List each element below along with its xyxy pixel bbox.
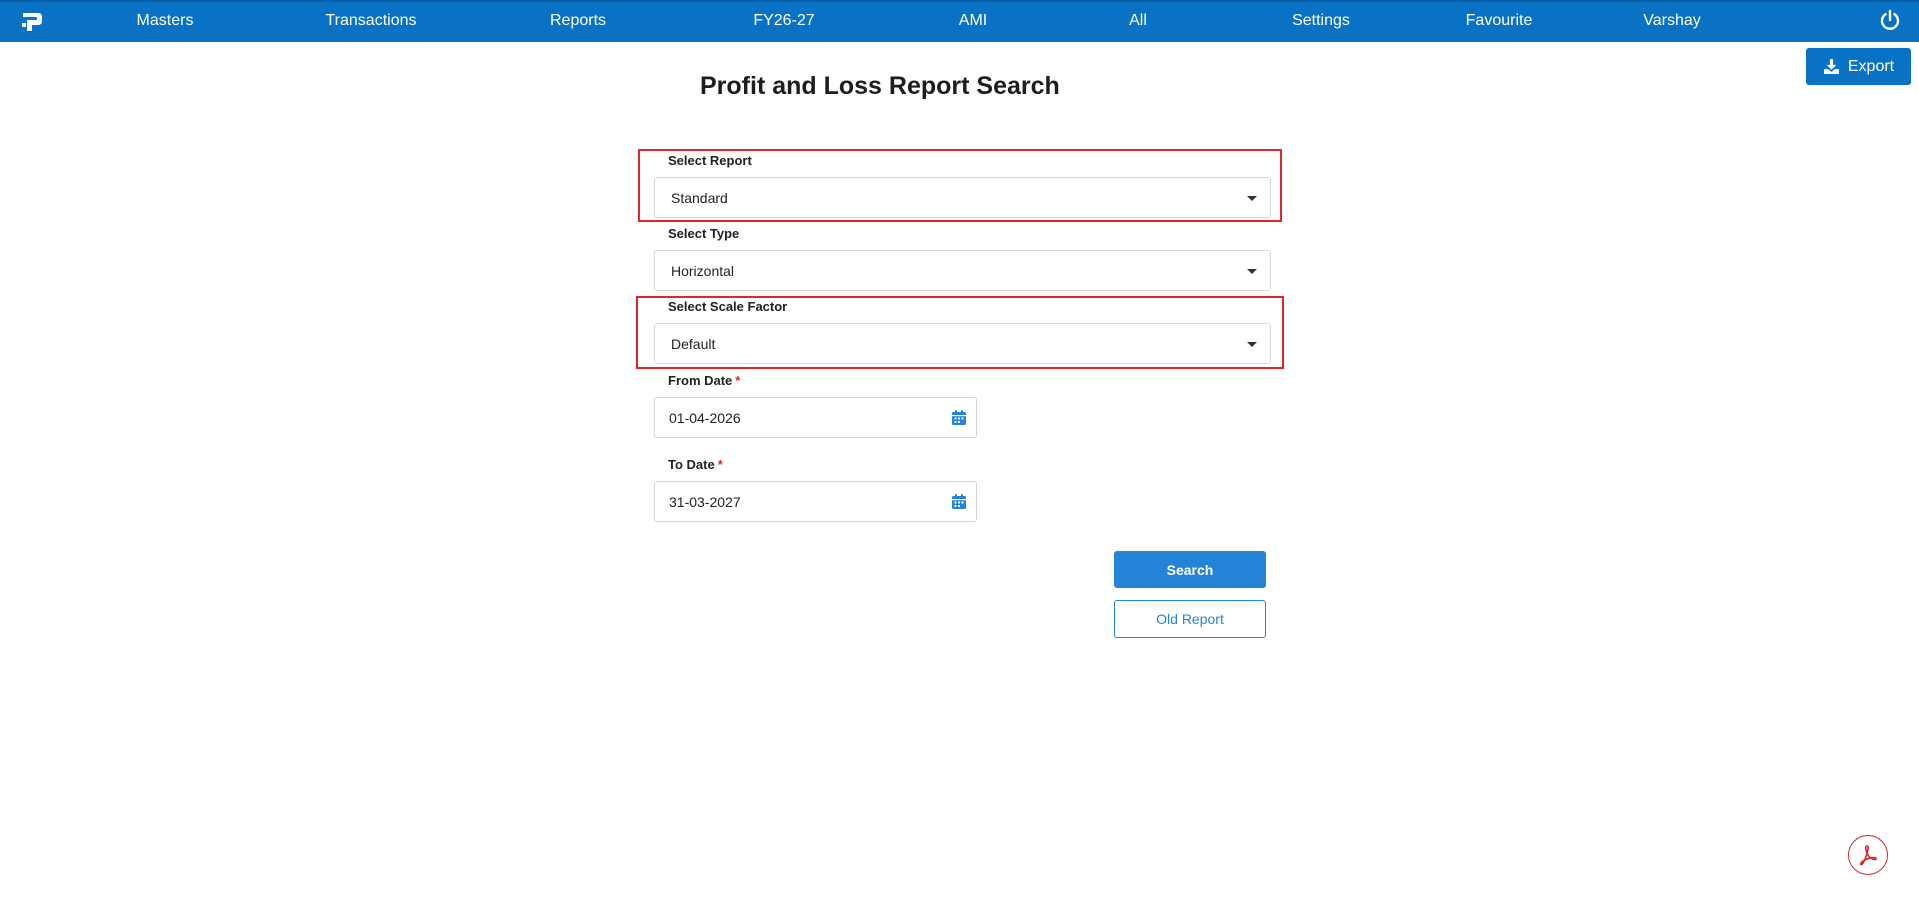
- from-date-value: 01-04-2026: [669, 410, 741, 426]
- pdf-icon: [1859, 845, 1877, 866]
- app-logo-icon[interactable]: [20, 10, 44, 34]
- select-report-label: Select Report: [668, 153, 752, 168]
- select-scale-factor-dropdown[interactable]: Default: [654, 323, 1271, 364]
- to-date-label-text: To Date: [668, 457, 715, 472]
- to-date-label: To Date *: [668, 457, 723, 472]
- from-date-label-text: From Date: [668, 373, 733, 388]
- select-scale-factor-label: Select Scale Factor: [668, 299, 788, 314]
- nav-ami[interactable]: AMI: [959, 12, 987, 30]
- calendar-icon[interactable]: [950, 493, 968, 511]
- required-marker: *: [717, 457, 723, 472]
- select-report-dropdown[interactable]: Standard: [654, 177, 1271, 218]
- nav-reports[interactable]: Reports: [550, 12, 606, 30]
- nav-favourite[interactable]: Favourite: [1466, 12, 1533, 30]
- export-label: Export: [1847, 57, 1895, 75]
- export-button[interactable]: Export: [1806, 48, 1911, 85]
- caret-down-icon: [1247, 196, 1257, 201]
- power-icon[interactable]: [1878, 8, 1902, 32]
- select-report-value: Standard: [671, 190, 728, 206]
- from-date-label: From Date *: [668, 373, 740, 388]
- nav-transactions[interactable]: Transactions: [326, 12, 417, 30]
- nav-settings[interactable]: Settings: [1292, 12, 1350, 30]
- required-marker: *: [735, 373, 741, 388]
- nav-user-varshay[interactable]: Varshay: [1643, 12, 1701, 30]
- select-type-value: Horizontal: [671, 263, 735, 279]
- select-type-label: Select Type: [668, 226, 740, 241]
- select-scale-factor-value: Default: [671, 336, 716, 352]
- old-report-button[interactable]: Old Report: [1114, 600, 1266, 638]
- pdf-button[interactable]: [1848, 835, 1888, 875]
- nav-financial-year[interactable]: FY26-27: [753, 12, 814, 30]
- to-date-value: 31-03-2027: [669, 494, 741, 510]
- from-date-field[interactable]: 01-04-2026: [654, 397, 977, 438]
- page-title: Profit and Loss Report Search: [700, 72, 1060, 100]
- calendar-icon[interactable]: [950, 409, 968, 427]
- select-type-dropdown[interactable]: Horizontal: [654, 250, 1271, 291]
- nav-masters[interactable]: Masters: [137, 12, 194, 30]
- nav-all[interactable]: All: [1129, 12, 1147, 30]
- download-icon: [1823, 59, 1839, 74]
- caret-down-icon: [1247, 269, 1257, 274]
- caret-down-icon: [1247, 342, 1257, 347]
- to-date-field[interactable]: 31-03-2027: [654, 481, 977, 522]
- search-button[interactable]: Search: [1114, 551, 1266, 588]
- top-nav-bar: Masters Transactions Reports FY26-27 AMI…: [0, 0, 1919, 42]
